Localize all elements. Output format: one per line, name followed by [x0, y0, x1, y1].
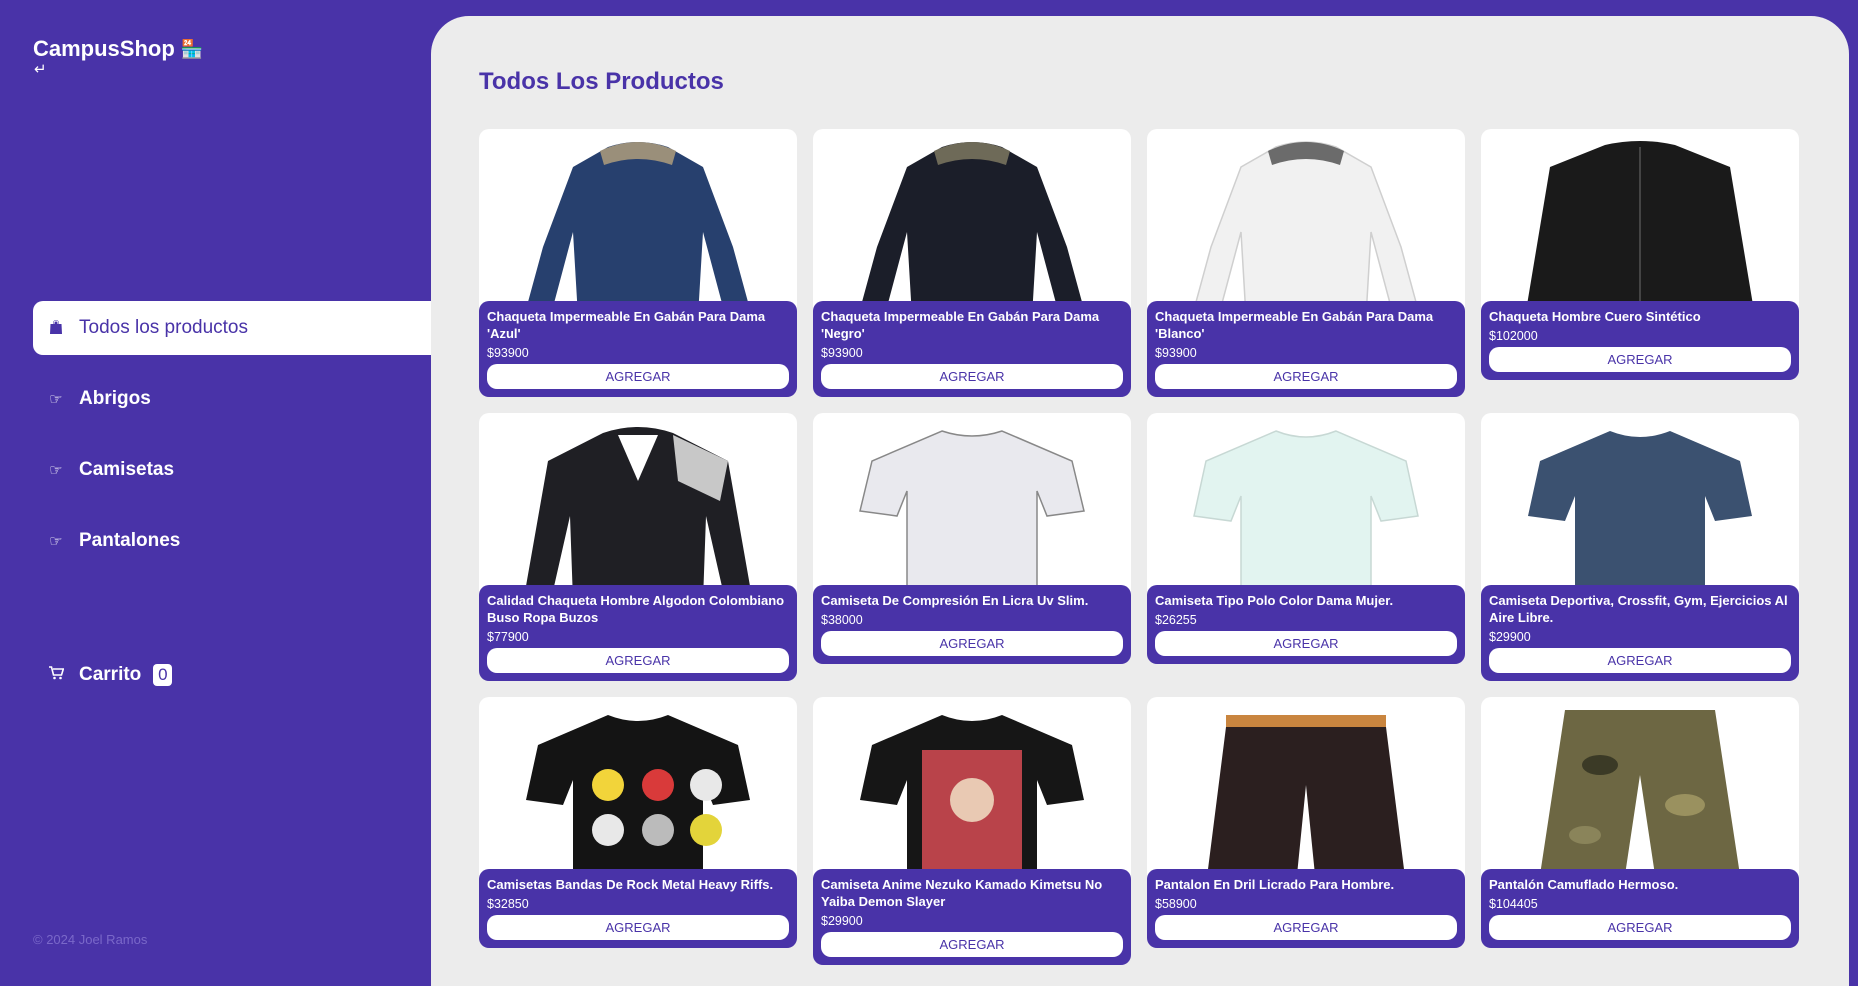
- product-info: Camiseta De Compresión En Licra Uv Slim.…: [813, 585, 1131, 664]
- product-card: Camiseta Tipo Polo Color Dama Mujer. $26…: [1147, 413, 1465, 664]
- product-image[interactable]: [813, 697, 1131, 885]
- nav-item-abrigos[interactable]: ☞ Abrigos: [33, 372, 431, 426]
- nav-item-label: Todos los productos: [79, 317, 248, 338]
- product-price: $102000: [1489, 329, 1538, 343]
- add-to-cart-button[interactable]: AGREGAR: [821, 631, 1123, 656]
- add-to-cart-button[interactable]: AGREGAR: [1489, 347, 1791, 372]
- product-info: Pantalón Camuflado Hermoso. $104405 AGRE…: [1481, 869, 1799, 948]
- product-image[interactable]: [1481, 413, 1799, 601]
- page-title: Todos Los Productos: [479, 68, 724, 95]
- store-icon: 🏪: [180, 38, 204, 59]
- product-name: Chaqueta Impermeable En Gabán Para Dama …: [1155, 309, 1434, 341]
- product-price: $77900: [487, 630, 529, 644]
- product-image[interactable]: [1147, 413, 1465, 601]
- product-card: Camisetas Bandas De Rock Metal Heavy Rif…: [479, 697, 797, 948]
- product-name: Chaqueta Impermeable En Gabán Para Dama …: [821, 309, 1100, 341]
- product-price: $26255: [1155, 613, 1197, 627]
- product-price: $38000: [821, 613, 863, 627]
- product-name: Camiseta Tipo Polo Color Dama Mujer.: [1155, 593, 1394, 608]
- product-name: Camisetas Bandas De Rock Metal Heavy Rif…: [487, 877, 774, 892]
- product-card: Camiseta Anime Nezuko Kamado Kimetsu No …: [813, 697, 1131, 965]
- brand-name: CampusShop: [33, 36, 175, 61]
- product-name: Chaqueta Hombre Cuero Sintético: [1489, 309, 1701, 324]
- product-info: Camiseta Deportiva, Crossfit, Gym, Ejerc…: [1481, 585, 1799, 681]
- product-name: Calidad Chaqueta Hombre Algodon Colombia…: [487, 593, 785, 625]
- pointing-hand-icon: ☞: [49, 391, 63, 408]
- product-price: $93900: [821, 346, 863, 360]
- product-image[interactable]: [479, 697, 797, 885]
- product-info: Chaqueta Impermeable En Gabán Para Dama …: [813, 301, 1131, 397]
- product-info: Camisetas Bandas De Rock Metal Heavy Rif…: [479, 869, 797, 948]
- nav-item-todos[interactable]: Todos los productos: [33, 301, 431, 355]
- product-name: Pantalón Camuflado Hermoso.: [1489, 877, 1679, 892]
- nav-item-label: Camisetas: [79, 459, 175, 480]
- sidebar: CampusShop 🏪 ↵ Todos los productos ☞ Abr…: [0, 0, 431, 979]
- product-image[interactable]: [479, 129, 797, 317]
- cart-link[interactable]: Carrito 0: [47, 664, 173, 686]
- product-info: Camiseta Anime Nezuko Kamado Kimetsu No …: [813, 869, 1131, 965]
- product-card: Camiseta De Compresión En Licra Uv Slim.…: [813, 413, 1131, 664]
- product-price: $58900: [1155, 897, 1197, 911]
- add-to-cart-button[interactable]: AGREGAR: [1489, 915, 1791, 940]
- product-name: Pantalon En Dril Licrado Para Hombre.: [1155, 877, 1395, 892]
- product-price: $104405: [1489, 897, 1538, 911]
- add-to-cart-button[interactable]: AGREGAR: [487, 915, 789, 940]
- product-name: Camiseta Deportiva, Crossfit, Gym, Ejerc…: [1489, 593, 1788, 625]
- footer-credit: © 2024 Joel Ramos: [33, 932, 148, 947]
- product-info: Calidad Chaqueta Hombre Algodon Colombia…: [479, 585, 797, 681]
- product-card: Chaqueta Impermeable En Gabán Para Dama …: [479, 129, 797, 397]
- brand[interactable]: CampusShop 🏪: [33, 36, 203, 62]
- pointing-hand-icon: ☞: [49, 462, 63, 479]
- product-price: $32850: [487, 897, 529, 911]
- add-to-cart-button[interactable]: AGREGAR: [1489, 648, 1791, 673]
- product-image[interactable]: [1147, 697, 1465, 885]
- product-info: Chaqueta Impermeable En Gabán Para Dama …: [1147, 301, 1465, 397]
- product-card: Chaqueta Hombre Cuero Sintético $102000 …: [1481, 129, 1799, 380]
- nav-item-label: Pantalones: [79, 530, 181, 551]
- product-price: $93900: [1155, 346, 1197, 360]
- product-card: Chaqueta Impermeable En Gabán Para Dama …: [813, 129, 1131, 397]
- cart-icon: [47, 666, 65, 684]
- cart-count-badge: 0: [153, 664, 173, 686]
- product-card: Pantalon En Dril Licrado Para Hombre. $5…: [1147, 697, 1465, 948]
- product-info: Pantalon En Dril Licrado Para Hombre. $5…: [1147, 869, 1465, 948]
- product-image[interactable]: [1481, 129, 1799, 317]
- product-image[interactable]: [813, 129, 1131, 317]
- product-image[interactable]: [1481, 697, 1799, 885]
- return-icon[interactable]: ↵: [34, 60, 47, 78]
- product-image[interactable]: [479, 413, 797, 601]
- product-card: Camiseta Deportiva, Crossfit, Gym, Ejerc…: [1481, 413, 1799, 681]
- product-card: Pantalón Camuflado Hermoso. $104405 AGRE…: [1481, 697, 1799, 948]
- product-price: $29900: [1489, 630, 1531, 644]
- add-to-cart-button[interactable]: AGREGAR: [487, 648, 789, 673]
- product-image[interactable]: [813, 413, 1131, 601]
- product-price: $29900: [821, 914, 863, 928]
- pointing-hand-icon: ☞: [49, 533, 63, 550]
- add-to-cart-button[interactable]: AGREGAR: [821, 364, 1123, 389]
- nav-item-label: Abrigos: [79, 388, 151, 409]
- add-to-cart-button[interactable]: AGREGAR: [821, 932, 1123, 957]
- cart-label: Carrito: [79, 664, 142, 685]
- bag-icon: [47, 319, 65, 338]
- nav-item-pantalones[interactable]: ☞ Pantalones: [33, 514, 431, 568]
- category-nav: Todos los productos ☞ Abrigos ☞ Camiseta…: [33, 301, 431, 585]
- product-info: Chaqueta Hombre Cuero Sintético $102000 …: [1481, 301, 1799, 380]
- product-name: Camiseta Anime Nezuko Kamado Kimetsu No …: [821, 877, 1103, 909]
- product-info: Camiseta Tipo Polo Color Dama Mujer. $26…: [1147, 585, 1465, 664]
- nav-item-camisetas[interactable]: ☞ Camisetas: [33, 443, 431, 497]
- add-to-cart-button[interactable]: AGREGAR: [1155, 631, 1457, 656]
- product-name: Camiseta De Compresión En Licra Uv Slim.: [821, 593, 1089, 608]
- product-name: Chaqueta Impermeable En Gabán Para Dama …: [487, 309, 766, 341]
- product-card: Chaqueta Impermeable En Gabán Para Dama …: [1147, 129, 1465, 397]
- product-grid: Chaqueta Impermeable En Gabán Para Dama …: [479, 129, 1799, 965]
- product-image[interactable]: [1147, 129, 1465, 317]
- add-to-cart-button[interactable]: AGREGAR: [1155, 915, 1457, 940]
- product-card: Calidad Chaqueta Hombre Algodon Colombia…: [479, 413, 797, 681]
- add-to-cart-button[interactable]: AGREGAR: [1155, 364, 1457, 389]
- add-to-cart-button[interactable]: AGREGAR: [487, 364, 789, 389]
- product-price: $93900: [487, 346, 529, 360]
- product-info: Chaqueta Impermeable En Gabán Para Dama …: [479, 301, 797, 397]
- main-panel: Todos Los Productos Chaqueta Impermeable…: [431, 16, 1849, 986]
